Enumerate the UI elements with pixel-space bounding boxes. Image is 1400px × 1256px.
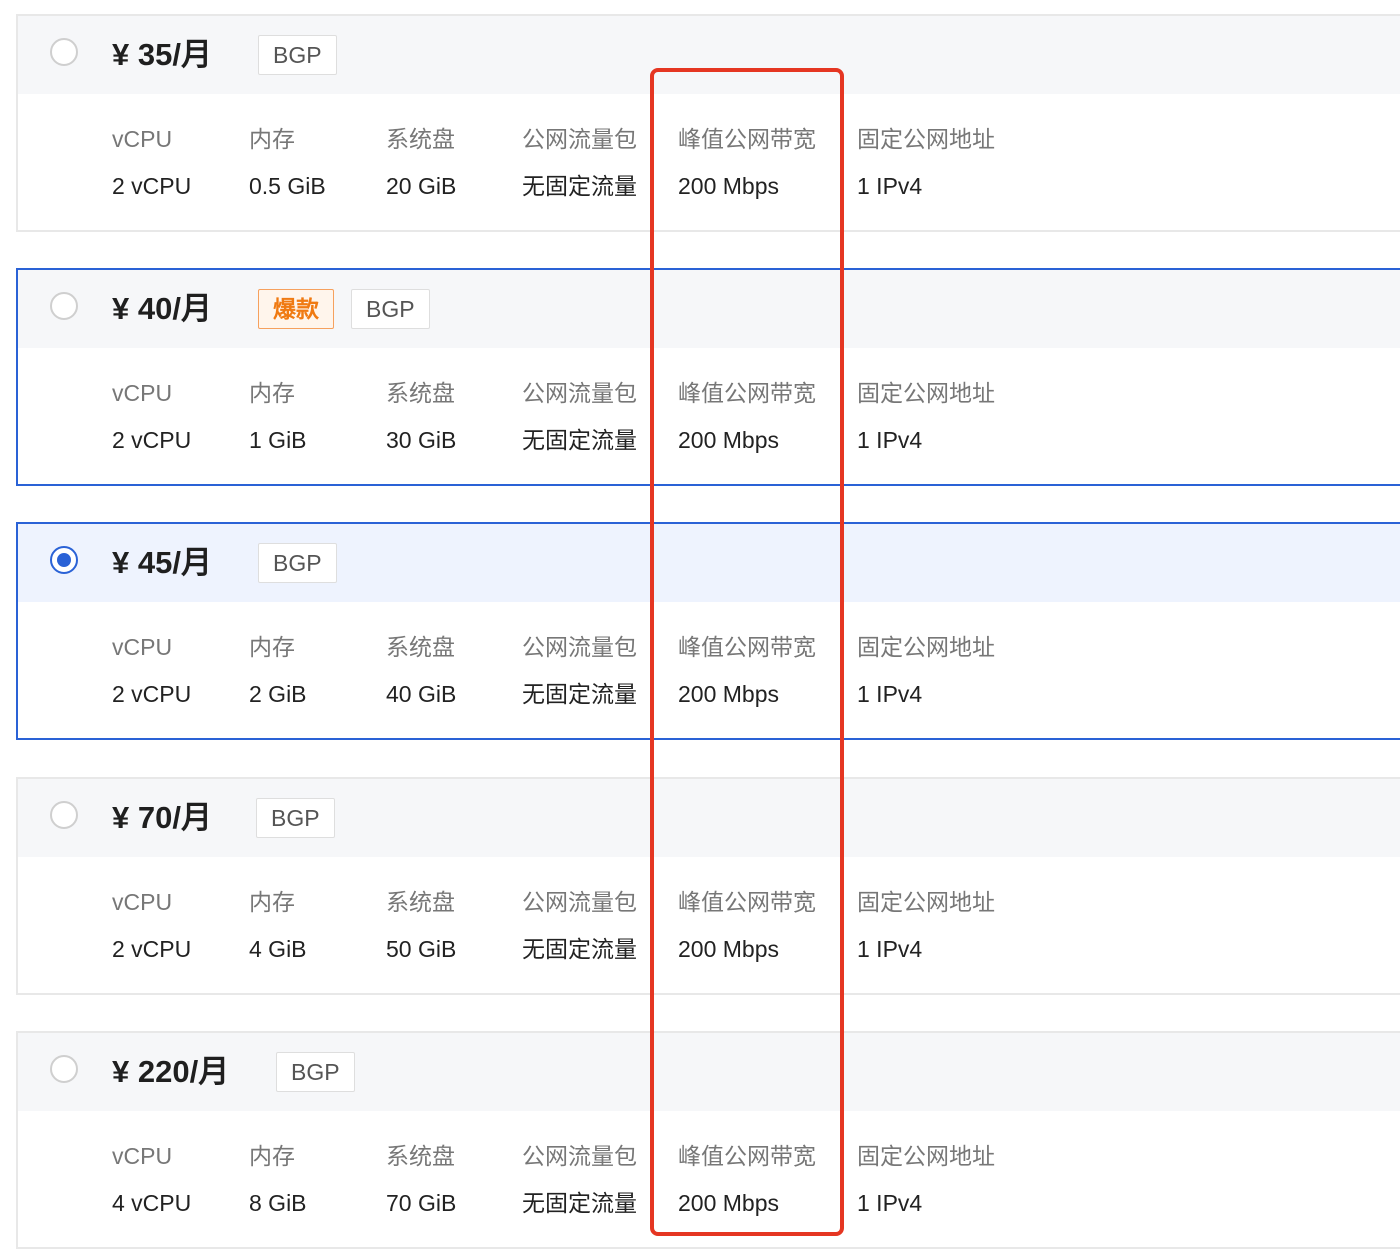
spec-label: 公网流量包 — [522, 126, 637, 152]
spec-value: 200 Mbps — [678, 936, 780, 962]
spec-label: 峰值公网带宽 — [678, 634, 816, 660]
spec-label: 公网流量包 — [522, 1143, 637, 1169]
plan-price: ¥ 35/月 — [112, 37, 212, 72]
plan-price: ¥ 40/月 — [112, 291, 212, 326]
spec-value: 1 IPv4 — [857, 936, 923, 962]
spec-label: 内存 — [249, 1143, 295, 1169]
spec-label: vCPU — [112, 1143, 173, 1169]
spec-label: 系统盘 — [386, 1143, 455, 1169]
plan-price: ¥ 220/月 — [112, 1054, 230, 1089]
spec-value: 2 GiB — [249, 681, 307, 707]
spec-value: 无固定流量 — [522, 427, 637, 453]
spec-label: vCPU — [112, 889, 173, 915]
tag-bgp: BGP — [256, 798, 335, 838]
spec-value: 0.5 GiB — [249, 173, 326, 199]
spec-label: 固定公网地址 — [857, 380, 995, 406]
spec-value: 200 Mbps — [678, 427, 780, 453]
plan-option[interactable]: ¥ 70/月 BGP vCPU 2 vCPU 内存 4 GiB 系统盘 50 GiB … — [16, 777, 1400, 995]
spec-value: 200 Mbps — [678, 173, 780, 199]
tag-bgp: BGP — [351, 289, 430, 329]
spec-value: 70 GiB — [386, 1190, 457, 1216]
spec-value: 20 GiB — [386, 173, 457, 199]
tag-bgp: BGP — [276, 1052, 355, 1092]
spec-value: 4 GiB — [249, 936, 307, 962]
spec-label: 内存 — [249, 380, 295, 406]
spec-label: vCPU — [112, 380, 173, 406]
tag-bgp: BGP — [258, 543, 337, 583]
spec-value: 200 Mbps — [678, 681, 780, 707]
spec-value: 1 GiB — [249, 427, 307, 453]
spec-value: 30 GiB — [386, 427, 457, 453]
spec-value: 2 vCPU — [112, 173, 192, 199]
plan-header — [18, 16, 1400, 94]
spec-value: 200 Mbps — [678, 1190, 780, 1216]
spec-value: 无固定流量 — [522, 681, 637, 707]
spec-label: 系统盘 — [386, 889, 455, 915]
plan-option-selected[interactable]: ¥ 45/月 BGP vCPU 2 vCPU 内存 2 GiB 系统盘 40 GiB … — [16, 522, 1400, 740]
tag-hot: 爆款 — [258, 289, 334, 329]
spec-value: 4 vCPU — [112, 1190, 192, 1216]
plan-price: ¥ 70/月 — [112, 800, 212, 835]
spec-label: 系统盘 — [386, 634, 455, 660]
spec-value: 无固定流量 — [522, 1190, 637, 1216]
spec-value: 40 GiB — [386, 681, 457, 707]
plan-header — [18, 779, 1400, 857]
plan-radio[interactable] — [50, 38, 78, 66]
spec-label: 系统盘 — [386, 126, 455, 152]
plan-price: ¥ 45/月 — [112, 545, 212, 580]
spec-value: 1 IPv4 — [857, 681, 923, 707]
plan-header — [18, 270, 1400, 348]
plan-radio[interactable] — [50, 292, 78, 320]
plan-radio[interactable] — [50, 1055, 78, 1083]
plan-radio-checked[interactable] — [50, 546, 78, 574]
spec-value: 1 IPv4 — [857, 427, 923, 453]
spec-label: 公网流量包 — [522, 380, 637, 406]
spec-label: 系统盘 — [386, 380, 455, 406]
tag-bgp: BGP — [258, 35, 337, 75]
spec-value: 8 GiB — [249, 1190, 307, 1216]
spec-label: vCPU — [112, 126, 173, 152]
spec-label: 峰值公网带宽 — [678, 380, 816, 406]
spec-label: 公网流量包 — [522, 634, 637, 660]
spec-value: 50 GiB — [386, 936, 457, 962]
plan-header — [18, 524, 1400, 602]
spec-value: 1 IPv4 — [857, 173, 923, 199]
spec-value: 无固定流量 — [522, 173, 637, 199]
spec-label: 内存 — [249, 634, 295, 660]
spec-value: 2 vCPU — [112, 936, 192, 962]
spec-value: 2 vCPU — [112, 427, 192, 453]
spec-label: 固定公网地址 — [857, 889, 995, 915]
spec-label: vCPU — [112, 634, 173, 660]
plan-option[interactable]: ¥ 220/月 BGP vCPU 4 vCPU 内存 8 GiB 系统盘 70 GiB… — [16, 1031, 1400, 1249]
spec-label: 峰值公网带宽 — [678, 1143, 816, 1169]
spec-value: 无固定流量 — [522, 936, 637, 962]
spec-label: 内存 — [249, 889, 295, 915]
plan-option[interactable]: ¥ 35/月 BGP vCPU 2 vCPU 内存 0.5 GiB 系统盘 20 Gi… — [16, 14, 1400, 232]
spec-label: 峰值公网带宽 — [678, 126, 816, 152]
spec-label: 固定公网地址 — [857, 1143, 995, 1169]
plan-radio[interactable] — [50, 801, 78, 829]
spec-label: 峰值公网带宽 — [678, 889, 816, 915]
plan-option[interactable]: ¥ 40/月 爆款 BGP vCPU 2 vCPU 内存 1 GiB 系统盘 30 G… — [16, 268, 1400, 486]
spec-label: 内存 — [249, 126, 295, 152]
spec-label: 固定公网地址 — [857, 126, 995, 152]
spec-label: 固定公网地址 — [857, 634, 995, 660]
spec-label: 公网流量包 — [522, 889, 637, 915]
spec-value: 1 IPv4 — [857, 1190, 923, 1216]
spec-value: 2 vCPU — [112, 681, 192, 707]
